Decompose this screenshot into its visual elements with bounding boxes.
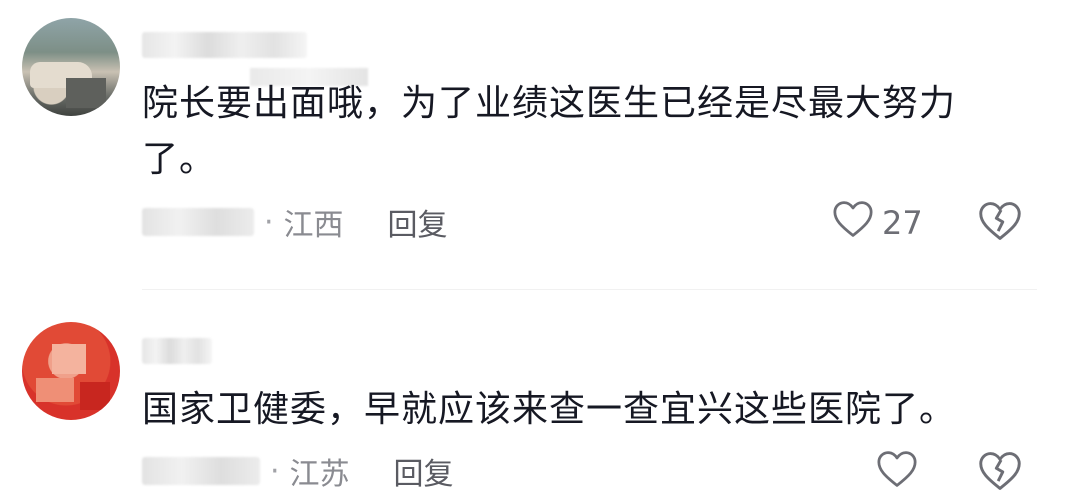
dislike-button[interactable] (978, 450, 1022, 492)
dislike-button[interactable] (978, 200, 1022, 242)
broken-heart-icon (978, 452, 1022, 496)
heart-outline-icon (876, 450, 918, 496)
comment-list: 院长要出面哦，为了业绩这医生已经是尽最大努力了。 · 江西 回复 27 国家卫健… (0, 0, 1067, 503)
comment-meta: · 江苏 回复 (142, 449, 454, 493)
avatar-mosaic (52, 344, 86, 374)
timestamp-redacted (142, 457, 260, 485)
like-button[interactable] (876, 450, 918, 496)
comment-text: 院长要出面哦，为了业绩这医生已经是尽最大努力了。 (142, 83, 957, 180)
comment-meta: · 江西 回复 (142, 200, 448, 244)
like-count: 27 (882, 204, 923, 242)
avatar-mosaic (66, 78, 106, 108)
reply-button[interactable]: 回复 (394, 449, 454, 493)
avatar[interactable] (22, 18, 120, 116)
avatar-mosaic (80, 382, 110, 410)
broken-heart-icon (978, 202, 1022, 246)
comment-item: 国家卫健委，早就应该来查一查宜兴这些医院了。 · 江苏 回复 (0, 300, 1067, 503)
location-label: 江西 (283, 208, 344, 243)
like-button[interactable]: 27 (832, 200, 923, 246)
reply-button[interactable]: 回复 (388, 200, 448, 244)
avatar[interactable] (22, 322, 120, 420)
comment-text: 国家卫健委，早就应该来查一查宜兴这些医院了。 (142, 389, 957, 430)
heart-outline-icon (832, 200, 874, 246)
avatar-mosaic (36, 378, 74, 402)
meta-separator: · (270, 453, 280, 489)
meta-separator: · (264, 204, 274, 240)
timestamp-redacted (142, 208, 254, 236)
comment-item: 院长要出面哦，为了业绩这医生已经是尽最大努力了。 · 江西 回复 27 (0, 0, 1067, 285)
username-redacted[interactable] (142, 32, 307, 58)
location-label: 江苏 (289, 457, 350, 492)
comment-divider (142, 289, 1037, 290)
username-redacted[interactable] (142, 338, 212, 364)
